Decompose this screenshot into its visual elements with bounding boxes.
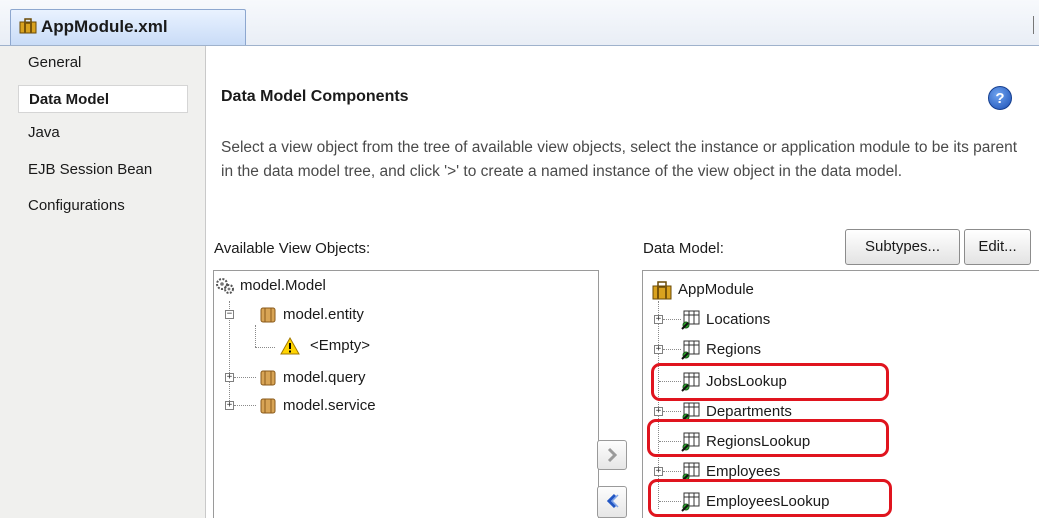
help-icon[interactable]: ?	[988, 86, 1012, 110]
editor-tab-bar: AppModule.xml	[0, 0, 1039, 46]
tree-node-label: model.Model	[240, 277, 326, 294]
sidebar-item-general[interactable]: General	[19, 49, 81, 77]
highlight-employeeslookup	[648, 479, 892, 517]
tree-node-label: model.query	[283, 369, 366, 386]
expand-toggle-icon[interactable]: +	[654, 407, 663, 416]
package-icon	[260, 398, 276, 414]
tree-node-label: <Empty>	[310, 337, 371, 354]
chevron-left-icon	[606, 493, 619, 509]
available-view-objects-label: Available View Objects:	[214, 240, 371, 257]
expand-toggle-icon[interactable]: +	[654, 315, 663, 324]
sidebar-item-java[interactable]: Java	[19, 119, 60, 147]
sidebar-item-data-model[interactable]: Data Model	[18, 85, 188, 113]
expand-toggle-icon[interactable]: +	[225, 401, 234, 410]
tree-node-label: Locations	[706, 311, 771, 328]
sidebar-item-configurations[interactable]: Configurations	[19, 192, 125, 220]
gears-icon	[216, 278, 234, 294]
chevron-right-icon	[607, 447, 618, 463]
editor-tab-label: AppModule.xml	[41, 17, 168, 36]
data-model-label: Data Model:	[643, 240, 724, 257]
page-title: Data Model Components	[221, 88, 409, 105]
subtypes-button[interactable]: Subtypes...	[845, 229, 960, 265]
collapse-toggle-icon[interactable]: −	[225, 310, 234, 319]
panel-edge-marker	[1033, 16, 1037, 34]
tree-node-label: AppModule	[678, 281, 754, 298]
highlight-jobslookup	[651, 363, 889, 401]
package-icon	[260, 307, 276, 323]
instructions-text: Select a view object from the tree of av…	[221, 139, 1018, 180]
view-object-instance-icon	[681, 310, 700, 330]
editor-tab-appmodule[interactable]: AppModule.xml	[10, 9, 246, 45]
settings-sidebar: General Data Model Java EJB Session Bean…	[0, 46, 206, 518]
package-icon	[260, 370, 276, 386]
add-to-data-model-button[interactable]	[597, 440, 627, 470]
tree-node-label: model.entity	[283, 306, 364, 323]
view-object-instance-icon	[681, 340, 700, 360]
expand-toggle-icon[interactable]: +	[225, 373, 234, 382]
tree-node-label: model.service	[283, 397, 376, 414]
sidebar-item-ejb-session-bean[interactable]: EJB Session Bean	[19, 156, 152, 184]
tree-node-label: Regions	[706, 341, 762, 358]
highlight-regionslookup	[647, 419, 889, 457]
remove-from-data-model-button[interactable]	[597, 486, 627, 518]
expand-toggle-icon[interactable]: +	[654, 467, 663, 476]
edit-button[interactable]: Edit...	[964, 229, 1031, 265]
suitcase-icon	[19, 18, 37, 34]
warning-icon	[280, 336, 300, 355]
suitcase-icon	[652, 281, 672, 300]
expand-toggle-icon[interactable]: +	[654, 345, 663, 354]
available-view-objects-tree[interactable]: model.Model − model.entity <Empty> + mod…	[213, 270, 599, 518]
